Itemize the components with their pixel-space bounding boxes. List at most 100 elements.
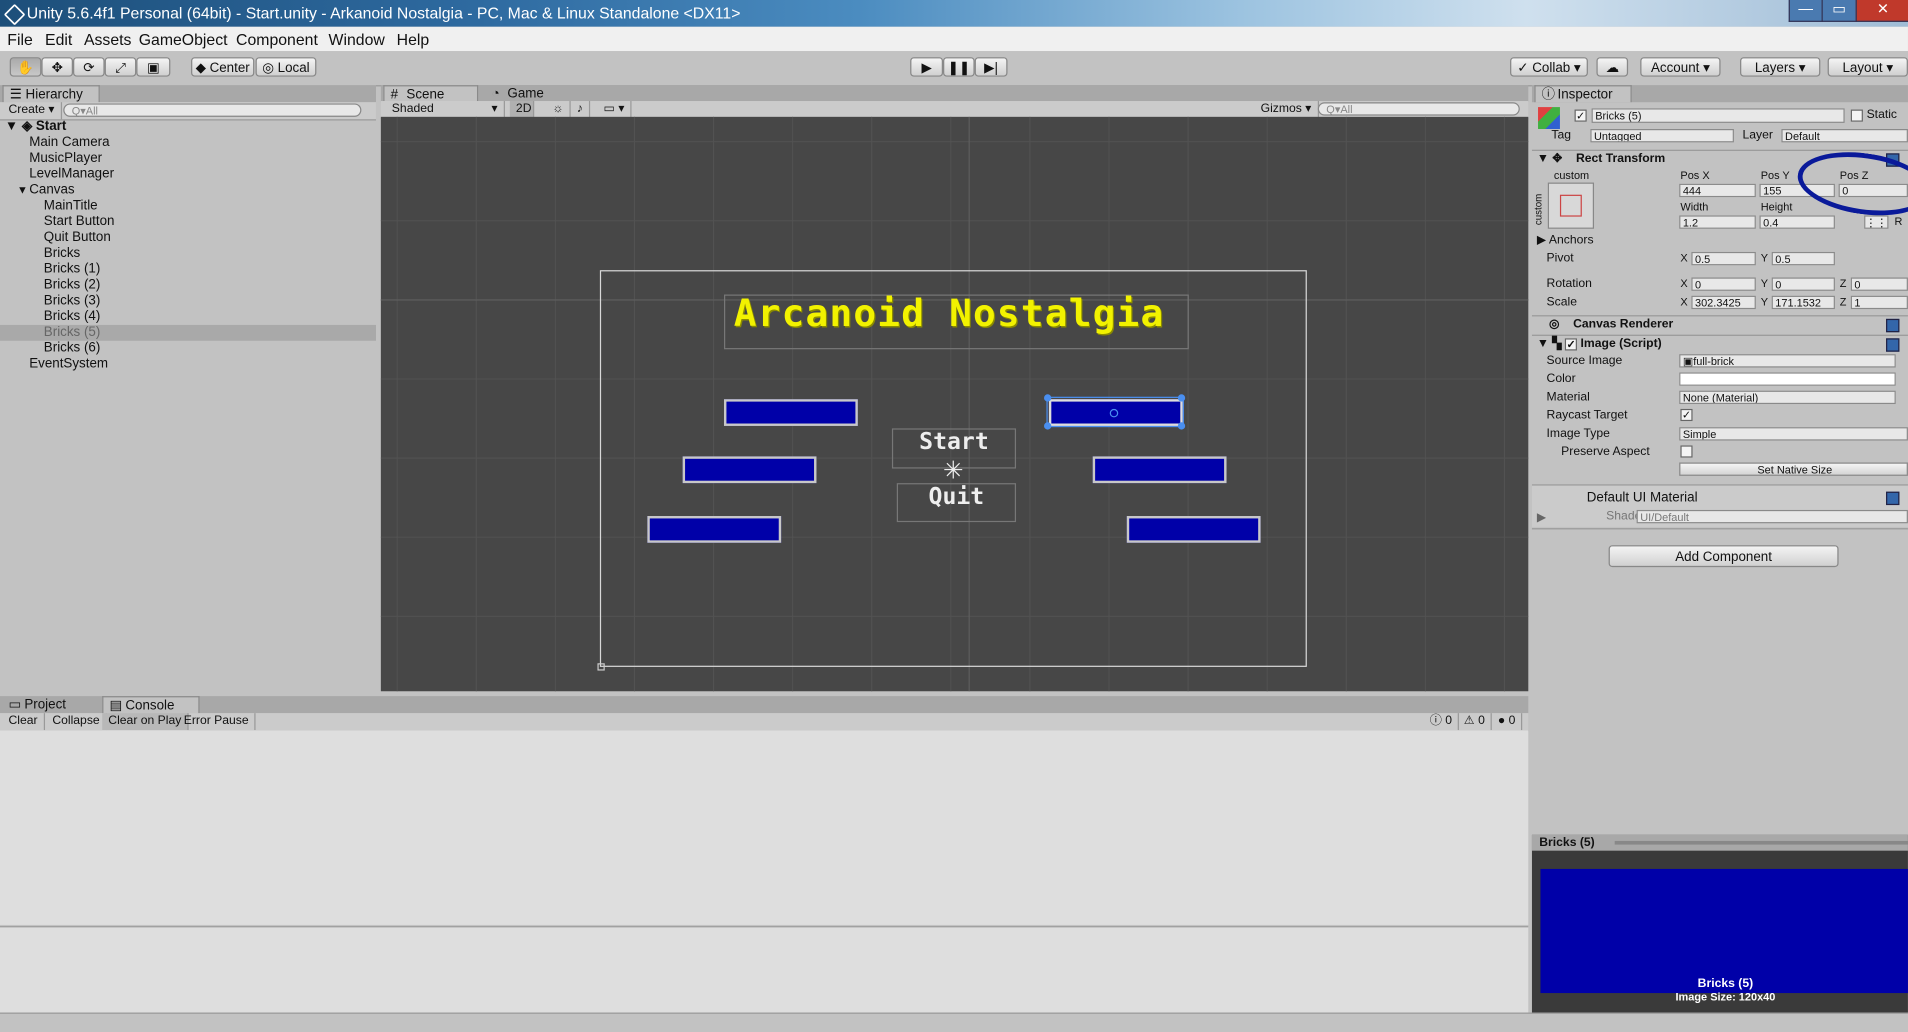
hierarchy-item[interactable]: Start Button (0, 214, 376, 230)
scale-y-field[interactable]: 171.1532 (1771, 295, 1835, 310)
rect-transform-header[interactable]: ▼ ✥ Rect Transform (1537, 152, 1665, 165)
menu-component[interactable]: Component (236, 30, 318, 48)
gizmos-dropdown[interactable]: Gizmos ▾ (1255, 101, 1319, 119)
pivot-y-field[interactable]: 0.5 (1771, 251, 1835, 266)
hierarchy-item[interactable]: Bricks (4) (0, 309, 376, 325)
menu-window[interactable]: Window (329, 30, 385, 48)
tab-inspector[interactable]: ⓘ Inspector (1534, 85, 1632, 103)
preserve-aspect-checkbox[interactable] (1680, 445, 1693, 458)
menu-assets[interactable]: Assets (84, 30, 131, 48)
anchor-presets-button[interactable] (1547, 182, 1595, 229)
scene-search-input[interactable]: Q▾All (1317, 102, 1520, 116)
quit-button-label[interactable]: Quit (897, 483, 1016, 510)
brick-2[interactable] (647, 516, 782, 543)
hierarchy-item[interactable]: Quit Button (0, 230, 376, 246)
hierarchy-item[interactable]: Bricks (5) (0, 324, 376, 341)
source-image-field[interactable]: ▣full-brick (1679, 354, 1896, 368)
brick-4[interactable] (1092, 456, 1227, 484)
image-script-header[interactable]: ▼ ▚ ✓ Image (Script) (1537, 337, 1662, 351)
hierarchy-item[interactable]: LevelManager (0, 167, 376, 183)
minimize-button[interactable]: — (1788, 0, 1823, 22)
hierarchy-item[interactable]: MainTitle (0, 198, 376, 214)
selection-handle[interactable] (1044, 422, 1052, 430)
rotation-y-field[interactable]: 0 (1771, 277, 1835, 291)
layer-dropdown[interactable]: Default (1781, 129, 1908, 143)
selection-handle[interactable] (1044, 394, 1052, 402)
layout-dropdown[interactable]: Layout ▾ (1827, 57, 1908, 77)
menu-file[interactable]: File (7, 30, 32, 48)
blueprint-mode-button[interactable]: ⋮⋮ (1864, 215, 1889, 229)
effects-icon[interactable]: ▭ ▾ (597, 101, 632, 119)
menu-edit[interactable]: Edit (45, 30, 72, 48)
pos-x-field[interactable]: 444 (1679, 183, 1756, 198)
canvas-pivot-icon[interactable]: ✳ (943, 455, 963, 485)
canvas-renderer-header[interactable]: ◎ Canvas Renderer (1549, 318, 1673, 331)
clear-on-play-toggle[interactable]: Clear on Play (102, 713, 189, 731)
image-type-dropdown[interactable]: Simple (1679, 427, 1908, 441)
help-icon[interactable] (1886, 338, 1900, 352)
collapse-button[interactable]: Collapse (46, 713, 107, 731)
pivot-marker-icon[interactable] (1109, 408, 1119, 418)
warning-count[interactable]: ⚠ 0 (1458, 713, 1493, 731)
hierarchy-item[interactable]: Main Camera (0, 135, 376, 151)
tag-dropdown[interactable]: Untagged (1590, 129, 1734, 143)
add-component-button[interactable]: Add Component (1608, 545, 1839, 568)
height-field[interactable]: 0.4 (1759, 215, 1835, 229)
error-pause-toggle[interactable]: Error Pause (178, 713, 256, 731)
console-log-area[interactable] (0, 730, 1529, 925)
brick-5[interactable] (1126, 516, 1261, 543)
expand-arrow-icon[interactable]: ▼ (17, 183, 28, 199)
material-field[interactable]: None (Material) (1679, 390, 1896, 405)
menu-help[interactable]: Help (397, 30, 430, 48)
brick-1[interactable] (682, 456, 817, 484)
object-name-field[interactable]: Bricks (5) (1591, 108, 1845, 123)
canvas-corner-handle[interactable] (597, 663, 605, 671)
close-button[interactable]: ✕ (1855, 0, 1908, 22)
step-button[interactable]: ▶| (974, 57, 1008, 77)
shader-dropdown[interactable]: UI/Default (1636, 509, 1908, 524)
color-field[interactable] (1679, 372, 1896, 386)
help-icon[interactable] (1886, 491, 1900, 506)
tab-console[interactable]: ▤ Console (102, 696, 200, 714)
width-field[interactable]: 1.2 (1679, 215, 1756, 229)
layers-dropdown[interactable]: Layers ▾ (1740, 57, 1821, 77)
hierarchy-item[interactable]: Bricks (3) (0, 293, 376, 309)
cloud-icon[interactable]: ☁ (1596, 57, 1629, 77)
image-enabled-checkbox[interactable]: ✓ (1564, 338, 1578, 351)
create-dropdown[interactable]: Create ▾ (2, 102, 62, 120)
brick-0[interactable] (723, 399, 858, 426)
pivot-space-toggle[interactable]: ◎ Local (255, 57, 317, 77)
collab-dropdown[interactable]: ✓ Collab ▾ (1510, 57, 1588, 77)
anchors-foldout[interactable]: ▶ Anchors (1537, 234, 1594, 247)
tab-project[interactable]: ▭ Project (2, 696, 97, 713)
move-tool-icon[interactable]: ✥ (41, 57, 74, 77)
help-icon[interactable] (1886, 318, 1900, 333)
hierarchy-item[interactable]: Bricks (2) (0, 277, 376, 293)
hierarchy-item[interactable]: Bricks (6) (0, 341, 376, 357)
audio-icon[interactable]: ♪ (571, 101, 591, 119)
account-dropdown[interactable]: Account ▾ (1640, 57, 1721, 77)
console-detail-area[interactable] (0, 926, 1529, 1013)
tab-game[interactable]: ◔ Game (486, 85, 571, 102)
raycast-target-checkbox[interactable]: ✓ (1680, 408, 1693, 422)
material-foldout-icon[interactable]: ▶ (1537, 511, 1546, 524)
scene-root-item[interactable]: ▼ ◈ Start (5, 119, 66, 135)
hierarchy-search-input[interactable]: Q▾All (63, 103, 362, 117)
pause-button[interactable]: ❚❚ (943, 57, 975, 77)
lighting-icon[interactable]: ☼ (546, 101, 571, 119)
pivot-x-field[interactable]: 0.5 (1691, 251, 1756, 266)
clear-button[interactable]: Clear (2, 713, 45, 731)
tab-scene[interactable]: # Scene (383, 85, 479, 103)
scale-z-field[interactable]: 1 (1850, 295, 1908, 310)
hierarchy-item[interactable]: MusicPlayer (0, 151, 376, 167)
hierarchy-item[interactable]: Bricks (1) (0, 262, 376, 278)
info-count[interactable]: ⓘ 0 (1424, 713, 1460, 731)
rotation-z-field[interactable]: 0 (1850, 277, 1908, 291)
hierarchy-item[interactable]: EventSystem (0, 357, 376, 373)
tab-hierarchy[interactable]: ☰ Hierarchy (2, 85, 100, 103)
menu-gameobject[interactable]: GameObject (139, 30, 228, 48)
scale-x-field[interactable]: 302.3425 (1691, 295, 1756, 310)
game-title-text[interactable]: Arcanoid Nostalgia (734, 292, 1165, 336)
selection-handle[interactable] (1177, 394, 1186, 402)
scale-tool-icon[interactable]: ⤢ (104, 57, 137, 77)
